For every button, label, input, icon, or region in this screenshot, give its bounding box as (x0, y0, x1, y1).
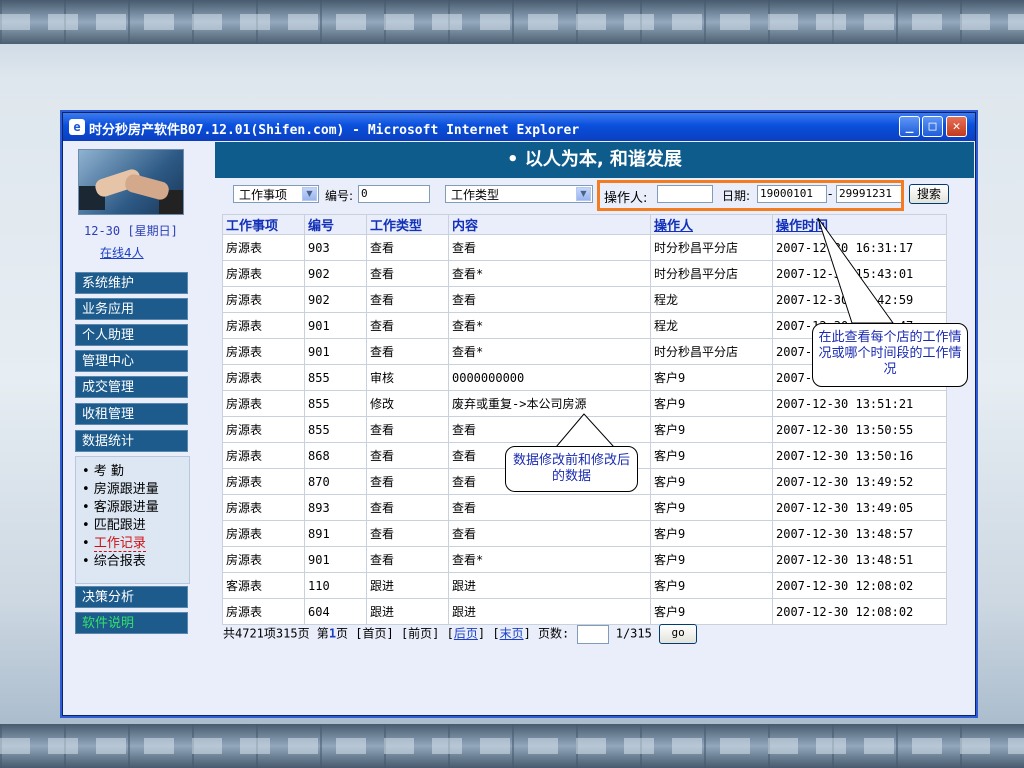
right-callout-pointer (817, 217, 894, 324)
middle-annotation: 数据修改前和修改后的数据 (505, 446, 638, 492)
middle-callout-pointer (554, 413, 616, 448)
right-annotation: 在此查看每个店的工作情况或哪个时间段的工作情况 (812, 323, 968, 387)
